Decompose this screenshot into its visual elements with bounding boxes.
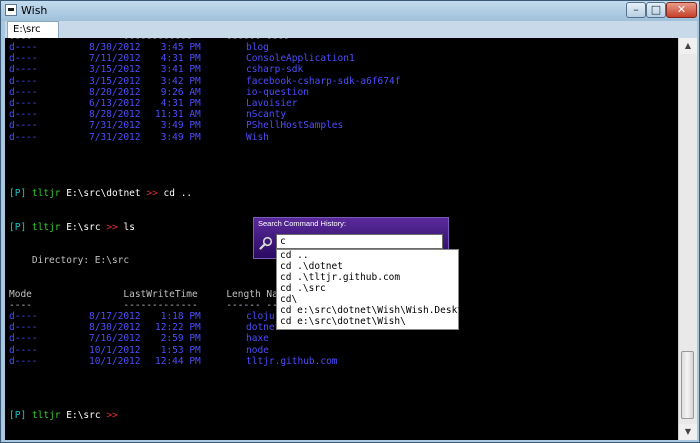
prompt-command: ls [123, 222, 135, 233]
listing-time: 3:49 PM [155, 120, 201, 132]
listing-time: 4:31 PM [155, 98, 201, 109]
listing-name: io-question [246, 86, 309, 98]
listing-date: 3/15/2012 [89, 64, 141, 76]
listing-name: Wish [246, 131, 269, 143]
popup-title: Search Command History: [258, 219, 346, 228]
listing-date: 8/28/2012 [89, 109, 141, 121]
listing-date: 6/13/2012 [89, 98, 141, 109]
prompt-arrow: >> [146, 188, 158, 199]
listing-name: Lavoisier [246, 98, 298, 109]
prompt-path: E:\src\dotnet [66, 188, 141, 199]
listing-mode: d---- [9, 75, 38, 87]
history-suggestion-item[interactable]: cd .\src [277, 283, 458, 294]
listing-time: 11:31 AM [155, 109, 201, 121]
listing-mode: d---- [9, 355, 38, 367]
prompt-arrow: >> [106, 222, 118, 233]
title-bar[interactable]: Wish – □ ✕ [1, 1, 699, 21]
listing-time: 3:45 PM [155, 42, 201, 53]
listing-time: 9:26 AM [155, 86, 201, 98]
listing-time: 12:44 PM [155, 355, 201, 367]
history-suggestion-item[interactable]: cd\ [277, 294, 458, 305]
history-suggestion-item[interactable]: cd e:\src\dotnet\Wish\Wish.Desktop [277, 305, 474, 316]
listing-date: 8/20/2012 [89, 86, 141, 98]
listing-date: 10/1/2012 [89, 344, 141, 356]
minimize-button[interactable]: – [626, 2, 646, 18]
prompt-command: cd .. [163, 188, 193, 199]
window-title: Wish [21, 4, 48, 17]
listing-mode: d---- [9, 333, 38, 345]
directory-line: Directory: E:\src [9, 255, 130, 266]
listing-mode: d---- [9, 53, 38, 65]
listing-mode: d---- [9, 120, 38, 132]
prompt-user: tltjr [31, 188, 61, 199]
search-icon [259, 236, 273, 250]
listing-date: 8/17/2012 [89, 311, 141, 322]
listing-date: 8/30/2012 [89, 42, 141, 53]
tab-src[interactable]: E:\src [7, 21, 59, 38]
listing-name: nScanty [246, 109, 287, 121]
listing-name: csharp-sdk [246, 64, 304, 76]
prompt-user: tltjr [31, 222, 61, 233]
listing-name: PShellHostSamples [246, 120, 344, 132]
listing-date: 7/31/2012 [89, 120, 141, 132]
listing-time: 3:41 PM [155, 64, 201, 76]
prompt-line: [P] tltjr E:\src >> [9, 410, 118, 421]
history-suggestion-item[interactable]: cd .\dotnet [277, 261, 458, 272]
listing-header: Mode LastWriteTime Length Name [9, 289, 290, 300]
listing-date: 10/1/2012 [89, 355, 141, 367]
history-suggestion-item[interactable]: cd e:\src\dotnet\Wish\ [277, 316, 458, 327]
prompt-user: tltjr [31, 410, 61, 421]
vertical-scrollbar[interactable]: ▲ ▼ [678, 38, 697, 440]
listing-mode: d---- [9, 322, 38, 334]
console-app-icon [5, 4, 17, 16]
prompt-tag: [P] [9, 188, 27, 199]
history-suggestions-list: cd .. cd .\dotnet cd .\tltjr.github.com cd … [276, 249, 474, 330]
listing-date: 7/11/2012 [89, 53, 141, 65]
listing-mode: d---- [9, 98, 38, 109]
app-window: Wish – □ ✕ E:\src ---- ------------ ----… [0, 0, 700, 443]
tab-strip: E:\src [5, 21, 697, 38]
prompt-tag: [P] [9, 410, 27, 421]
listing-date: 8/30/2012 [89, 322, 141, 334]
listing-mode: d---- [9, 131, 38, 143]
listing-date: 3/15/2012 [89, 75, 141, 87]
listing-mode: d---- [9, 311, 38, 322]
listing-time: 12:22 PM [155, 322, 201, 334]
listing-mode: d---- [9, 86, 38, 98]
prompt-line: [P] tltjr E:\src >> ls [9, 222, 135, 233]
prompt-tag: [P] [9, 222, 27, 233]
scroll-up-arrow-icon[interactable]: ▲ [679, 38, 697, 54]
listing-name: facebook-csharp-sdk-a6f674f [246, 75, 401, 87]
maximize-button[interactable]: □ [646, 2, 666, 18]
listing-name: blog [246, 42, 269, 53]
listing-time: 3:42 PM [155, 75, 201, 87]
scroll-down-arrow-icon[interactable]: ▼ [679, 424, 697, 440]
listing-time: 1:18 PM [155, 311, 201, 322]
history-search-input[interactable]: c [276, 234, 443, 249]
listing-time: 2:59 PM [155, 333, 201, 345]
history-suggestion-item[interactable]: cd .. [277, 250, 458, 261]
listing-time: 1:53 PM [155, 344, 201, 356]
scroll-thumb[interactable] [681, 351, 694, 419]
listing-mode: d---- [9, 109, 38, 121]
listing-date: 7/16/2012 [89, 333, 141, 345]
close-button[interactable]: ✕ [666, 2, 697, 18]
listing-name: node [246, 344, 269, 356]
prompt-arrow: >> [106, 410, 118, 421]
listing-mode: d---- [9, 344, 38, 356]
prompt-line: [P] tltjr E:\src\dotnet >> cd .. [9, 188, 192, 199]
listing-mode: d---- [9, 42, 38, 53]
history-suggestion-item[interactable]: cd .\tltjr.github.com [277, 272, 458, 283]
prompt-path: E:\src [66, 410, 101, 421]
listing-name: tltjr.github.com [246, 355, 338, 367]
prompt-path: E:\src [66, 222, 101, 233]
listing-name: ConsoleApplication1 [246, 53, 355, 65]
listing-name: haxe [246, 333, 269, 345]
listing-time: 3:49 PM [155, 131, 201, 143]
listing-date: 7/31/2012 [89, 131, 141, 143]
listing-header-rule: ---- ------------- ------ ---- [9, 300, 290, 311]
listing-time: 4:31 PM [155, 53, 201, 65]
listing-mode: d---- [9, 64, 38, 76]
